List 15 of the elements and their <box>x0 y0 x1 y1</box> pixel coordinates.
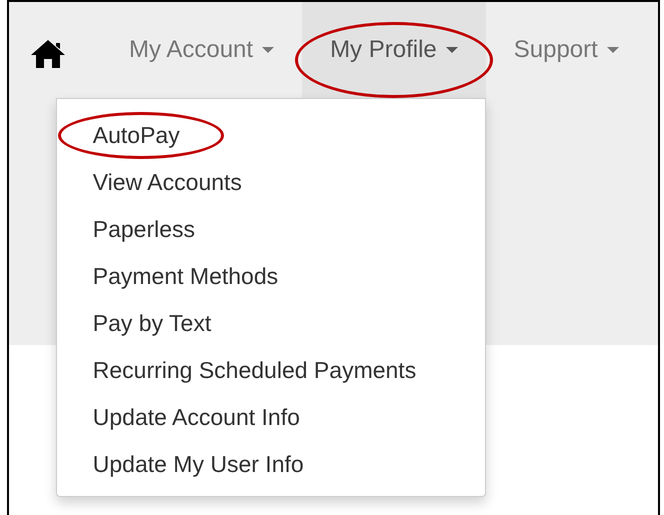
nav-menu-item[interactable]: My Account <box>129 2 302 98</box>
dropdown-item[interactable]: Recurring Scheduled Payments <box>56 347 485 394</box>
dropdown-item[interactable]: Payment Methods <box>56 253 485 300</box>
nav-menu-item[interactable]: My Profile <box>302 2 486 98</box>
dropdown-item[interactable]: View Accounts <box>56 159 485 206</box>
dropdown-item[interactable]: Pay by Text <box>56 300 485 347</box>
dropdown-item[interactable]: AutoPay <box>56 112 485 159</box>
dropdown-item[interactable]: Update Account Info <box>56 394 485 441</box>
dropdown-item[interactable]: Update My User Info <box>56 441 485 488</box>
caret-icon <box>446 47 458 53</box>
caret-icon <box>606 47 619 53</box>
dropdown-item[interactable]: Paperless <box>56 206 485 253</box>
caret-icon <box>262 47 274 53</box>
nav-menu-item[interactable]: Support <box>486 2 647 98</box>
home-icon[interactable] <box>31 40 65 68</box>
